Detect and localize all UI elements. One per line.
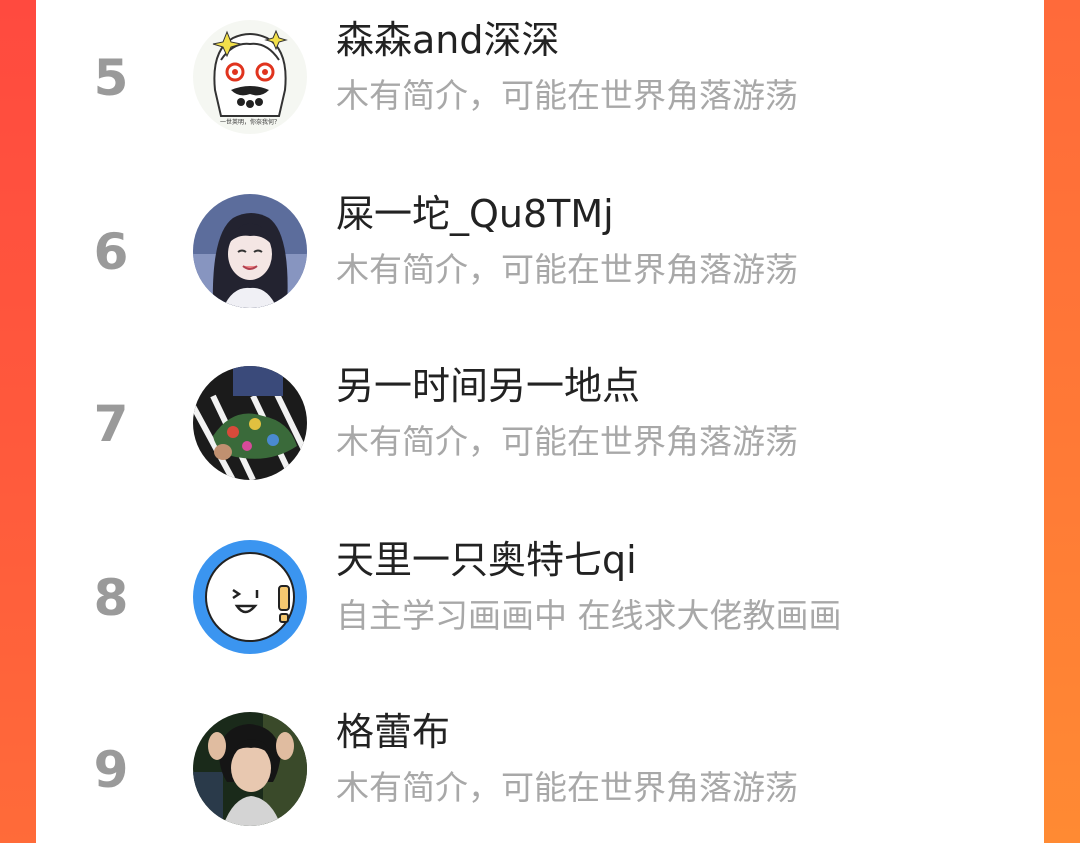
avatar[interactable]: [193, 712, 307, 826]
user-bio: 木有简介，可能在世界角落游荡: [336, 76, 798, 115]
background-left-edge: [0, 0, 36, 843]
list-item[interactable]: 9 格蕾布 木有简介，可能在世界角落游荡: [36, 700, 1044, 850]
list-item[interactable]: 5 一世英明，你奈我何？ 森森and深深 木有简介，可能在世界角落游荡: [36, 8, 1044, 158]
user-bio: 木有简介，可能在世界角落游荡: [336, 250, 798, 289]
rank-number: 5: [93, 49, 129, 107]
user-bio: 木有简介，可能在世界角落游荡: [336, 768, 798, 807]
avatar[interactable]: 一世英明，你奈我何？: [193, 20, 307, 134]
user-name[interactable]: 格蕾布: [336, 708, 450, 756]
photo-avatar-icon: [193, 366, 307, 480]
avatar[interactable]: [193, 366, 307, 480]
smiley-face-avatar-icon: [193, 540, 307, 654]
cartoon-girl-avatar-icon: 一世英明，你奈我何？: [193, 20, 307, 134]
list-item[interactable]: 8 天里一只奥特七qi 自主学习画画中 在线求大佬教画画: [36, 528, 1044, 678]
user-name[interactable]: 屎一坨_Qu8TMj: [336, 190, 614, 238]
rank-number: 6: [93, 223, 129, 281]
user-bio: 木有简介，可能在世界角落游荡: [336, 422, 798, 461]
rank-number: 9: [93, 741, 129, 799]
rank-number: 7: [93, 395, 129, 453]
list-item[interactable]: 7 另一时间另一地点 木有简介，可能在世界角落游荡: [36, 354, 1044, 504]
avatar[interactable]: [193, 194, 307, 308]
user-name[interactable]: 天里一只奥特七qi: [336, 536, 637, 584]
ranking-list: 5 一世英明，你奈我何？ 森森and深深 木有简介，可能在世界角落游荡 6 屎一…: [36, 0, 1044, 843]
avatar-caption: 一世英明，你奈我何？: [220, 118, 280, 126]
portrait-avatar-icon: [193, 712, 307, 826]
background-right-edge: [1044, 0, 1080, 843]
list-item[interactable]: 6 屎一坨_Qu8TMj 木有简介，可能在世界角落游荡: [36, 182, 1044, 332]
rank-number: 8: [93, 569, 129, 627]
anime-girl-avatar-icon: [193, 194, 307, 308]
user-bio: 自主学习画画中 在线求大佬教画画: [336, 596, 842, 635]
user-name[interactable]: 另一时间另一地点: [336, 362, 640, 410]
avatar[interactable]: [193, 540, 307, 654]
user-name[interactable]: 森森and深深: [336, 16, 560, 64]
